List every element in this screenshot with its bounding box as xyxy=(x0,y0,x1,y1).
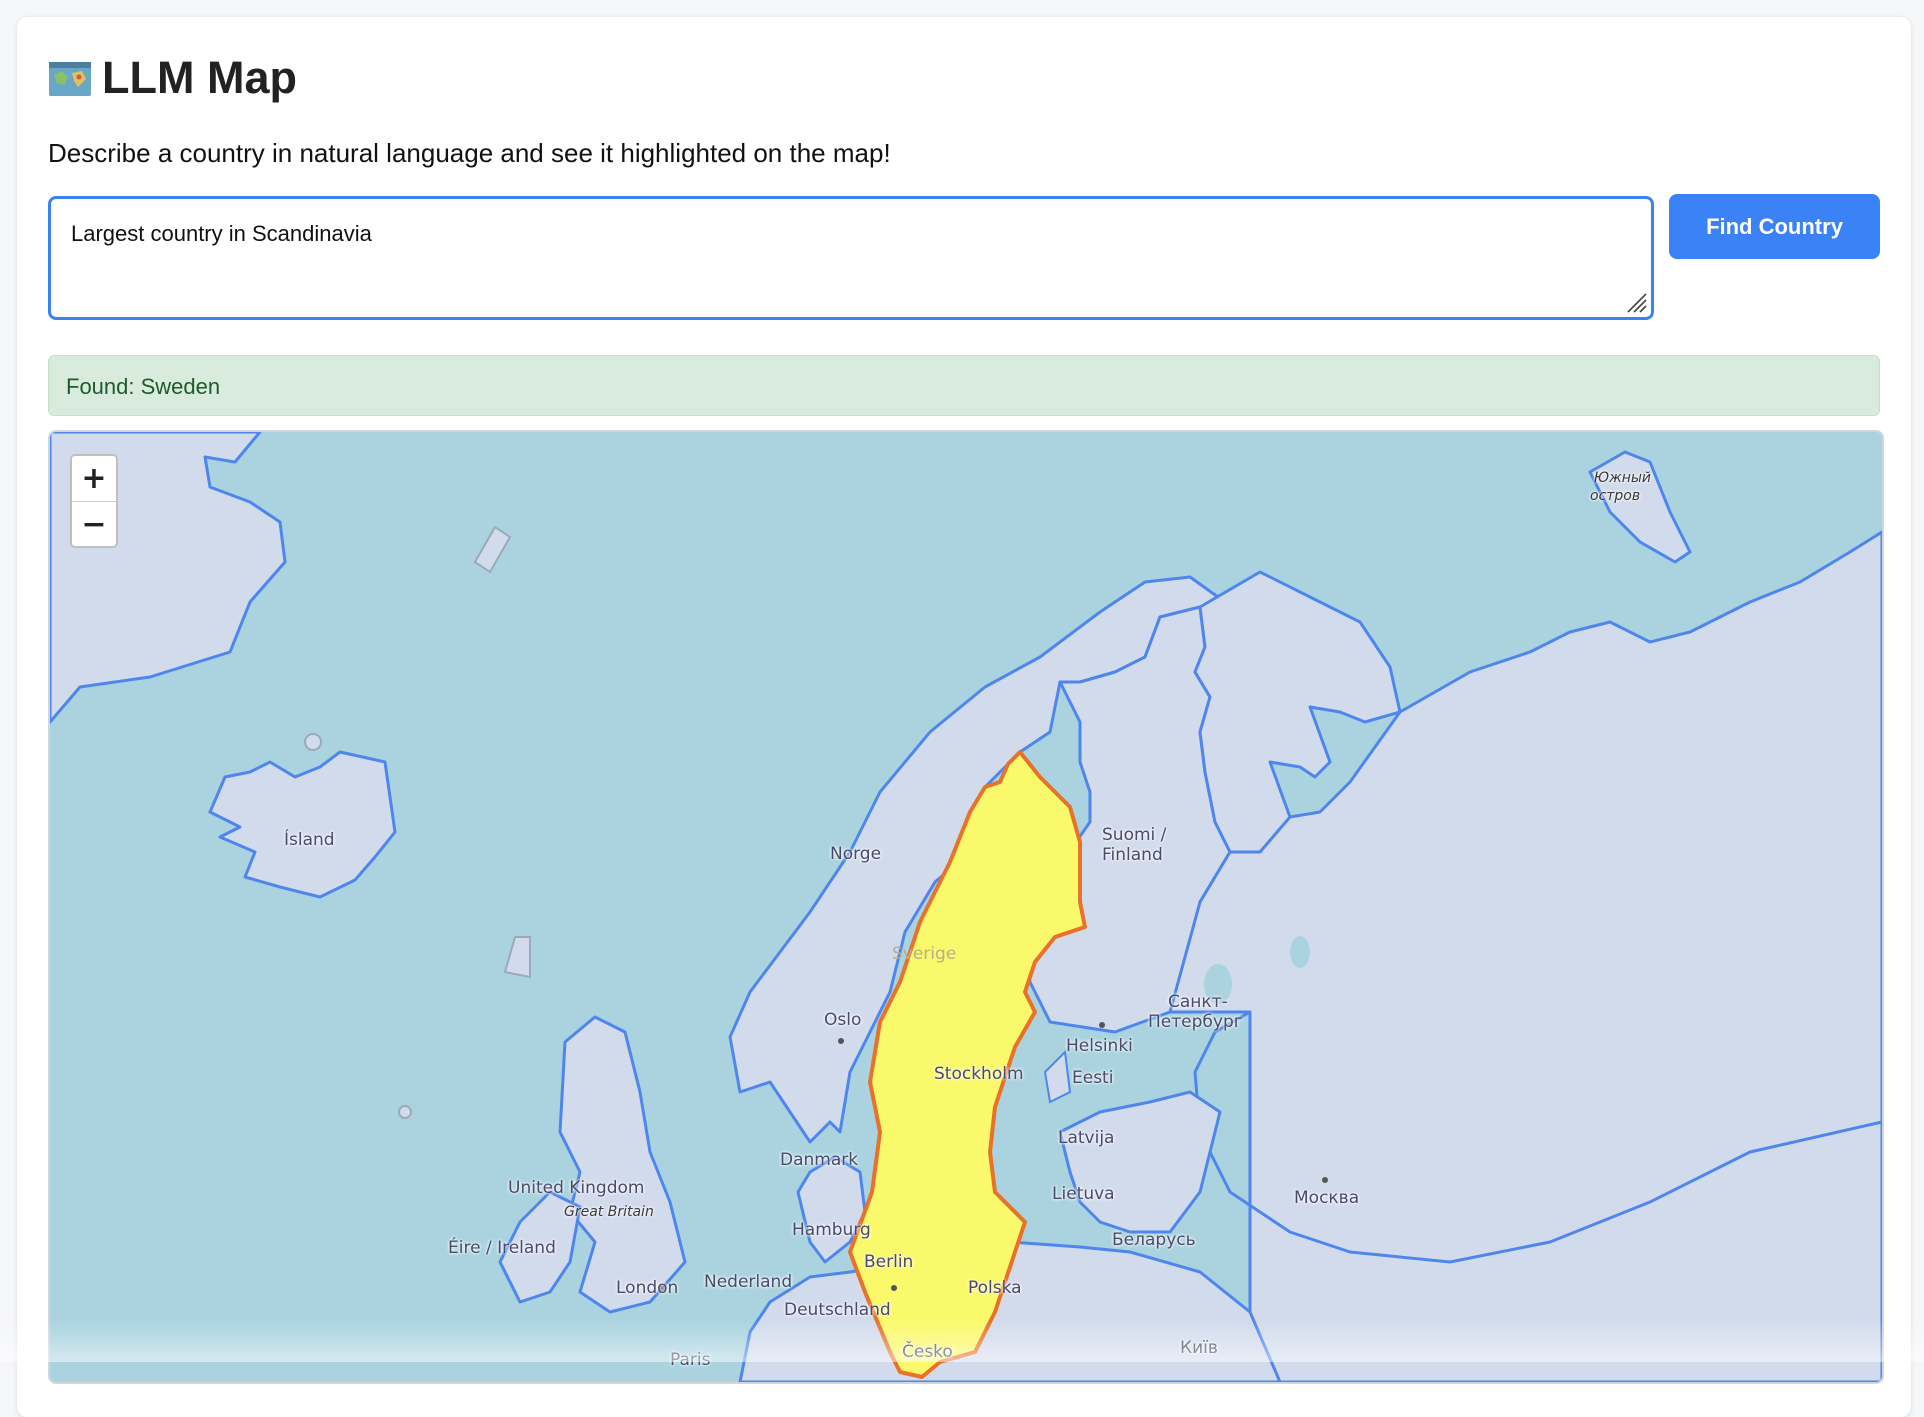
label-helsinki: Helsinki xyxy=(1066,1036,1133,1056)
great-britain-land xyxy=(558,1015,687,1314)
label-polska: Polska xyxy=(968,1278,1022,1298)
label-oslo: Oslo xyxy=(824,1010,862,1030)
label-uk: United Kingdom xyxy=(508,1178,645,1198)
map-icon xyxy=(48,58,92,98)
label-paris: Paris xyxy=(670,1350,711,1370)
label-london: London xyxy=(616,1278,679,1298)
app-title: LLM Map xyxy=(102,52,297,103)
label-spb-2: Петербург xyxy=(1148,1012,1243,1032)
zoom-out-button[interactable]: − xyxy=(72,502,116,547)
app-subtitle: Describe a country in natural language a… xyxy=(48,138,891,168)
label-eesti: Eesti xyxy=(1072,1068,1114,1088)
baltic-states-land xyxy=(1058,1090,1222,1234)
zoom-in-button[interactable]: + xyxy=(72,456,116,502)
oslo-marker xyxy=(838,1038,844,1044)
label-sverige: Sverige xyxy=(892,944,957,964)
shetland-island xyxy=(398,1105,412,1119)
novaya-zemlya-land xyxy=(1588,450,1692,564)
label-stockholm: Stockholm xyxy=(934,1064,1024,1084)
label-yuzhny-1: Южный xyxy=(1594,470,1652,486)
country-description-input[interactable] xyxy=(48,196,1654,320)
lake-onega xyxy=(1290,936,1310,968)
resize-handle-icon[interactable] xyxy=(1624,290,1648,314)
map-canvas[interactable] xyxy=(50,432,1882,1382)
helsinki-marker xyxy=(1099,1022,1105,1028)
faroe-islands xyxy=(304,733,322,751)
label-finland: Finland xyxy=(1102,845,1163,865)
label-ireland: Éire / Ireland xyxy=(448,1238,556,1258)
label-kyiv: Київ xyxy=(1180,1338,1218,1358)
label-hamburg: Hamburg xyxy=(792,1220,871,1240)
berlin-marker xyxy=(891,1285,897,1291)
russia-land xyxy=(1168,530,1882,1382)
label-great-britain: Great Britain xyxy=(564,1204,654,1220)
status-message: Found: Sweden xyxy=(48,355,1880,416)
jan-mayen-island xyxy=(473,525,512,574)
label-nederland: Nederland xyxy=(704,1272,793,1292)
label-spb-1: Санкт- xyxy=(1168,992,1228,1012)
label-berlin: Berlin xyxy=(864,1252,914,1272)
label-deutschland: Deutschland xyxy=(784,1300,891,1320)
label-moskva: Москва xyxy=(1294,1188,1360,1208)
island-west xyxy=(503,936,531,979)
find-country-button[interactable]: Find Country xyxy=(1669,194,1880,259)
label-suomi: Suomi / xyxy=(1102,825,1167,845)
map-view[interactable]: Ísland Norge Suomi / Finland Sverige Osl… xyxy=(48,430,1884,1384)
label-danmark: Danmark xyxy=(780,1150,859,1170)
label-belarus: Беларусь xyxy=(1112,1230,1196,1250)
gotland-island xyxy=(1043,1049,1072,1104)
label-island: Ísland xyxy=(284,830,335,850)
label-latvija: Latvija xyxy=(1058,1128,1115,1148)
label-yuzhny-2: остров xyxy=(1590,488,1641,504)
iceland-land xyxy=(208,750,397,899)
zoom-control: + − xyxy=(70,454,118,548)
moskva-marker xyxy=(1322,1177,1328,1183)
page-title: LLM Map xyxy=(48,52,297,104)
label-lietuva: Lietuva xyxy=(1052,1184,1115,1204)
label-cesko: Česko xyxy=(902,1342,953,1362)
label-norge: Norge xyxy=(830,844,882,864)
